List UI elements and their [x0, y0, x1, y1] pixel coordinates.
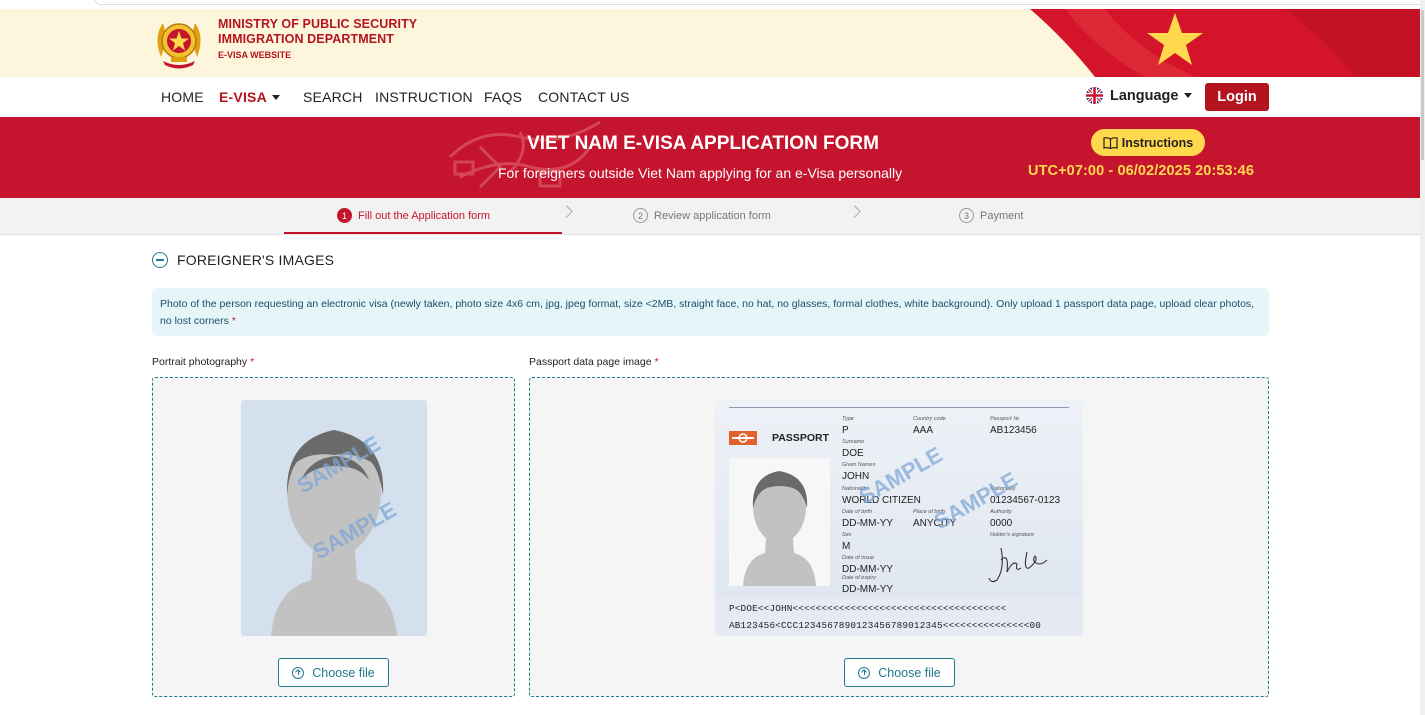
passport-choose-file-button[interactable]: Choose file	[844, 658, 955, 687]
step-number: 1	[337, 208, 352, 223]
portrait-label-text: Portrait photography	[152, 356, 248, 368]
mrz-line-2: AB123456<CCC1234567890123456789012345<<<…	[729, 620, 1042, 631]
form-subtitle: For foreigners outside Viet Nam applying…	[498, 165, 903, 181]
person-silhouette-icon	[743, 471, 816, 586]
step-label: Payment	[980, 209, 1024, 222]
passport-sample-image: PASSPORT Type P Country code AAA Passpor…	[715, 400, 1083, 636]
required-mark: *	[654, 356, 659, 368]
progress-steps: 1 Fill out the Application form 2 Review…	[0, 198, 1420, 235]
login-button[interactable]: Login	[1205, 83, 1269, 111]
browser-tab-edge	[95, 0, 1425, 5]
language-label: Language	[1110, 87, 1179, 104]
nav-e-visa-label: E-VISA	[219, 89, 267, 105]
form-title: VIET NAM E-VISA APPLICATION FORM	[527, 133, 879, 154]
step-fill-form: 1 Fill out the Application form	[337, 208, 490, 223]
step-label: Fill out the Application form	[358, 209, 491, 222]
passport-doc-title: PASSPORT	[772, 432, 829, 444]
required-mark: *	[250, 356, 255, 368]
portrait-sample-image: SAMPLE SAMPLE	[241, 400, 427, 636]
active-step-underline	[284, 232, 562, 234]
surname-value: DOE	[842, 448, 864, 459]
main-nav: HOME E-VISA SEARCH INSTRUCTION FAQS CONT…	[0, 77, 1425, 117]
ministry-title: MINISTRY OF PUBLIC SECURITY IMMIGRATION …	[218, 17, 417, 62]
passno-caption: Passport №	[990, 416, 1020, 422]
country-caption: Country code	[913, 416, 946, 422]
given-caption: Given Names	[842, 462, 876, 468]
ministry-header: MINISTRY OF PUBLIC SECURITY IMMIGRATION …	[0, 9, 1425, 77]
portrait-choose-file-button[interactable]: Choose file	[278, 658, 389, 687]
nav-contact-us[interactable]: CONTACT US	[538, 89, 630, 105]
authority-value: 0000	[990, 518, 1013, 529]
upload-icon	[292, 666, 305, 679]
surname-caption: Surname	[842, 439, 865, 445]
section-title: FOREIGNER'S IMAGES	[177, 252, 335, 268]
country-value: AAA	[913, 425, 934, 436]
authority-caption: Authority	[990, 509, 1012, 515]
expiry-caption: Date of expiry	[842, 575, 876, 581]
mrz-line-1: P<DOE<<JOHN<<<<<<<<<<<<<<<<<<<<<<<<<<<<<…	[729, 603, 1007, 614]
step-number: 2	[633, 208, 648, 223]
portrait-label: Portrait photography *	[152, 356, 254, 368]
sex-caption: Sex	[842, 532, 852, 538]
step-label: Review application form	[654, 209, 771, 222]
dragon-motif-graphic	[448, 120, 601, 189]
dob-value: DD-MM-YY	[842, 518, 894, 529]
department-name: IMMIGRATION DEPARTMENT	[218, 32, 395, 46]
passport-chip-icon	[729, 431, 757, 445]
step-payment: 3 Payment	[959, 208, 1023, 223]
language-selector[interactable]: Language	[1086, 87, 1193, 104]
chevron-right-icon	[560, 205, 573, 218]
choose-file-label: Choose file	[878, 665, 941, 680]
book-icon	[1103, 136, 1118, 149]
upload-notice: Photo of the person requesting an electr…	[152, 288, 1269, 336]
chevron-down-icon	[1184, 93, 1193, 98]
instructions-button[interactable]: Instructions	[1091, 129, 1205, 156]
ministry-name: MINISTRY OF PUBLIC SECURITY	[218, 17, 418, 31]
uk-flag-icon	[1086, 87, 1103, 104]
nav-instruction[interactable]: INSTRUCTION	[375, 89, 473, 105]
nav-faqs[interactable]: FAQS	[484, 89, 522, 105]
server-clock: UTC+07:00 - 06/02/2025 20:53:46	[1028, 163, 1254, 179]
page-scrollbar[interactable]	[1420, 0, 1425, 715]
scrollbar-thumb[interactable]	[1421, 10, 1424, 160]
instructions-label: Instructions	[1121, 135, 1194, 150]
signature-caption: Holder's signature	[990, 532, 1035, 538]
nav-search[interactable]: SEARCH	[303, 89, 363, 105]
chevron-down-icon	[271, 95, 280, 100]
issue-value: DD-MM-YY	[842, 564, 894, 575]
website-name: E-VISA WEBSITE	[218, 50, 292, 60]
collapse-icon[interactable]	[152, 252, 168, 268]
type-value: P	[842, 425, 849, 436]
notice-text: Photo of the person requesting an electr…	[160, 298, 1255, 327]
issue-caption: Date of issue	[842, 555, 875, 561]
chevron-right-icon	[848, 205, 861, 218]
signature-graphic	[988, 547, 1048, 583]
passport-label-text: Passport data page image	[529, 356, 652, 368]
choose-file-label: Choose file	[312, 665, 375, 680]
nav-e-visa[interactable]: E-VISA	[219, 89, 280, 105]
police-emblem-icon	[157, 23, 201, 69]
passport-photo-frame	[729, 458, 830, 586]
hero-banner: VIET NAM E-VISA APPLICATION FORM For for…	[0, 117, 1425, 198]
type-caption: Type	[842, 416, 854, 422]
expiry-value: DD-MM-YY	[842, 584, 894, 595]
passport-label: Passport data page image *	[529, 356, 659, 368]
upload-icon	[858, 666, 871, 679]
nav-home[interactable]: HOME	[161, 89, 204, 105]
required-mark: *	[231, 315, 236, 327]
step-review: 2 Review application form	[633, 208, 771, 223]
sex-value: M	[842, 541, 851, 552]
passno-value: AB123456	[990, 425, 1037, 436]
step-number: 3	[959, 208, 974, 223]
top-rule	[729, 407, 1069, 408]
section-header[interactable]: FOREIGNER'S IMAGES	[152, 252, 334, 268]
vietnam-flag-graphic	[1030, 9, 1425, 77]
